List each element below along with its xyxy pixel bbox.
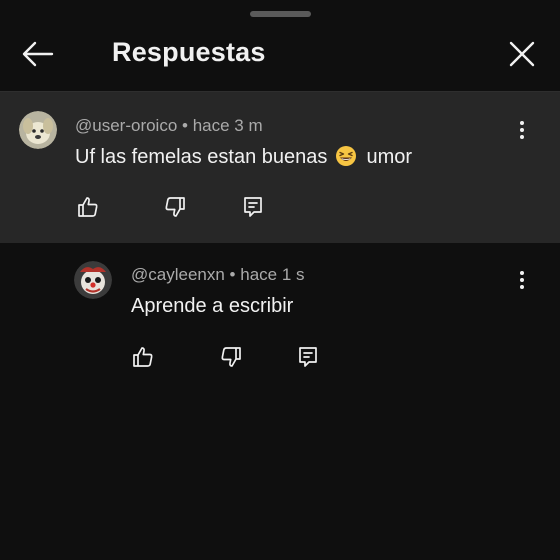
parent-comment: @user-oroico • hace 3 m Uf las femelas e…	[0, 92, 560, 243]
close-icon	[509, 41, 535, 67]
comment-meta: @user-oroico • hace 3 m	[75, 116, 263, 136]
reply-button[interactable]	[294, 343, 322, 371]
comment-time: hace 1 s	[240, 265, 305, 284]
like-icon	[78, 197, 98, 217]
like-icon	[133, 347, 153, 367]
drag-handle[interactable]	[250, 11, 311, 17]
more-options-button[interactable]	[510, 116, 534, 144]
reply-icon	[299, 347, 317, 367]
comment-text: Aprende a escribir	[131, 295, 294, 317]
comment-text: Uf las femelas estan buenas umor	[75, 145, 412, 173]
reply-button[interactable]	[239, 193, 267, 221]
dislike-icon	[221, 347, 241, 367]
clown-avatar[interactable]	[74, 261, 112, 299]
more-options-button[interactable]	[510, 266, 534, 294]
more-vertical-icon	[520, 271, 524, 289]
comment-text-part-1: Uf las femelas estan buenas	[75, 146, 328, 168]
like-button[interactable]	[129, 343, 157, 371]
dislike-button[interactable]	[161, 193, 189, 221]
like-button[interactable]	[74, 193, 102, 221]
comment-text-part-2: umor	[366, 146, 413, 168]
panel-title: Respuestas	[112, 37, 266, 67]
arrow-left-icon	[22, 41, 54, 67]
more-vertical-icon	[520, 121, 524, 139]
comment-meta: @cayleenxn • hace 1 s	[131, 265, 305, 285]
comment-author[interactable]: @cayleenxn	[131, 265, 225, 284]
comment-time: hace 3 m	[192, 116, 263, 135]
dislike-icon	[165, 197, 185, 217]
close-button[interactable]	[502, 36, 542, 72]
meta-separator: •	[229, 265, 241, 284]
dislike-button[interactable]	[217, 343, 245, 371]
replies-panel: Respuestas @user-oroico • hace 3 m Uf la…	[0, 0, 560, 560]
meta-separator: •	[182, 116, 193, 135]
reply-icon	[244, 197, 262, 217]
panel-header: Respuestas	[0, 22, 560, 88]
back-button[interactable]	[18, 36, 58, 72]
comment-author[interactable]: @user-oroico	[75, 116, 177, 135]
grinning-squinting-face-icon	[335, 145, 357, 173]
reply-comment: @cayleenxn • hace 1 s Aprende a escribir	[0, 243, 560, 383]
dog-avatar[interactable]	[19, 111, 57, 149]
